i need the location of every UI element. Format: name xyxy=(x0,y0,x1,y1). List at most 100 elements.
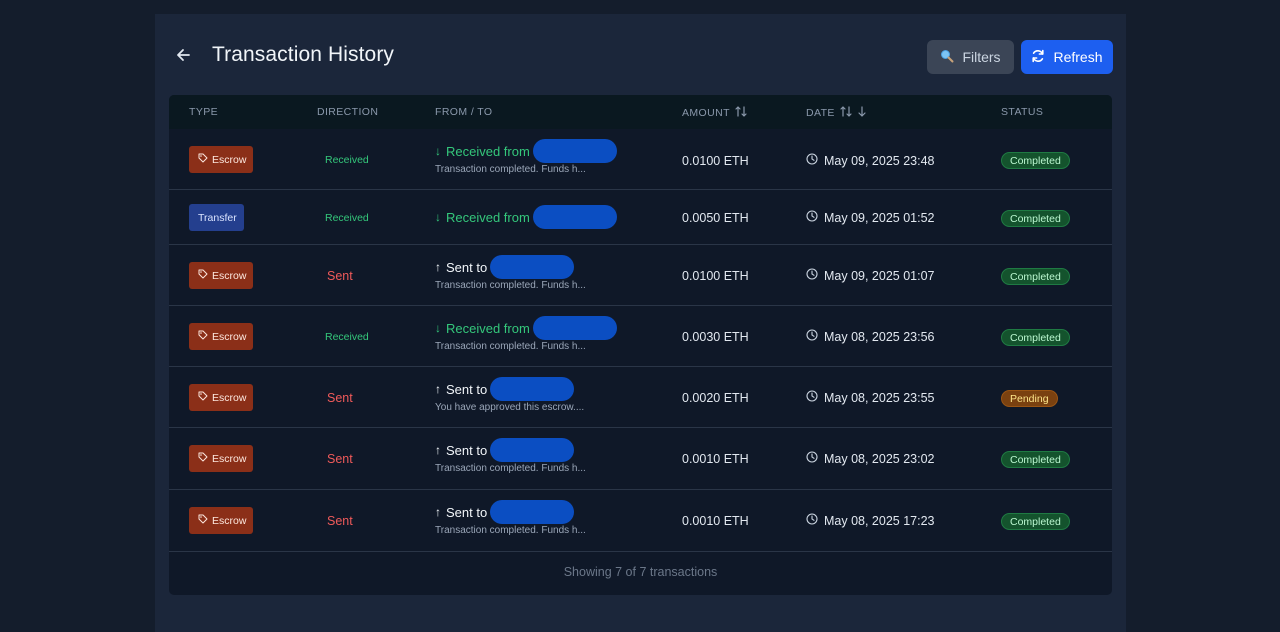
arrow-left-icon xyxy=(176,48,190,67)
type-badge: Escrow xyxy=(189,262,253,289)
table-row[interactable]: Transfer Received ↓ Received from 0.0050… xyxy=(169,190,1112,245)
table-row[interactable]: Escrow Received ↓ Received from Transact… xyxy=(169,306,1112,367)
table-footer-summary: Showing 7 of 7 transactions xyxy=(563,565,718,579)
column-amount[interactable]: AMOUNT xyxy=(682,106,747,120)
party-line: ↑ Sent to xyxy=(435,438,575,462)
type-label: Transfer xyxy=(198,211,237,224)
clock-icon xyxy=(806,153,818,168)
date-cell: May 08, 2025 23:02 xyxy=(806,451,935,466)
table-row[interactable]: Escrow Sent ↑ Sent to Transaction comple… xyxy=(169,428,1112,490)
date-value: May 08, 2025 17:23 xyxy=(824,513,935,528)
redacted-address xyxy=(490,500,575,524)
table-row[interactable]: Escrow Sent ↑ Sent to You have approved … xyxy=(169,367,1112,428)
type-badge: Escrow xyxy=(189,384,253,411)
type-label: Escrow xyxy=(212,269,247,282)
direction-label: Sent xyxy=(327,514,353,528)
date-cell: May 08, 2025 17:23 xyxy=(806,513,935,528)
party-prefix: Sent to xyxy=(446,504,488,520)
column-date-label: DATE xyxy=(806,107,835,119)
type-label: Escrow xyxy=(212,391,247,404)
date-value: May 09, 2025 01:07 xyxy=(824,268,935,283)
transaction-note: Transaction completed. Funds h... xyxy=(435,525,586,536)
column-date[interactable]: DATE xyxy=(806,106,867,120)
clock-icon xyxy=(806,513,818,528)
sort-icon xyxy=(735,106,747,120)
redacted-address xyxy=(532,205,617,229)
search-icon xyxy=(940,49,954,66)
status-badge: Pending xyxy=(1001,390,1058,407)
column-status: STATUS xyxy=(1001,106,1043,118)
direction-label: Received xyxy=(325,154,369,166)
transaction-history-panel: Transaction History Filters Refresh TYPE… xyxy=(155,14,1126,632)
direction-label: Received xyxy=(325,212,369,224)
amount-value: 0.0010 ETH xyxy=(682,452,749,466)
party-prefix: Sent to xyxy=(446,381,488,397)
amount-value: 0.0020 ETH xyxy=(682,391,749,405)
amount-value: 0.0100 ETH xyxy=(682,269,749,283)
arrow-down-icon xyxy=(857,106,867,120)
direction-label: Sent xyxy=(327,452,353,466)
arrow-down-icon: ↓ xyxy=(435,321,441,335)
column-status-label: STATUS xyxy=(1001,106,1044,118)
date-cell: May 09, 2025 01:07 xyxy=(806,268,935,283)
tag-icon xyxy=(198,269,208,282)
date-cell: May 08, 2025 23:55 xyxy=(806,390,935,405)
date-value: May 08, 2025 23:56 xyxy=(824,329,935,344)
clock-icon xyxy=(806,268,818,283)
filters-label: Filters xyxy=(962,49,1001,65)
date-value: May 08, 2025 23:55 xyxy=(824,390,935,405)
party-line: ↓ Received from xyxy=(435,316,617,340)
table-row[interactable]: Escrow Received ↓ Received from Transact… xyxy=(169,129,1112,190)
direction-label: Sent xyxy=(327,391,353,405)
arrow-up-icon: ↑ xyxy=(435,443,441,457)
redacted-address xyxy=(490,255,575,279)
refresh-button[interactable]: Refresh xyxy=(1021,40,1113,74)
arrow-up-icon: ↑ xyxy=(435,260,441,274)
direction-label: Received xyxy=(325,331,369,343)
arrow-up-icon: ↑ xyxy=(435,505,441,519)
redacted-address xyxy=(532,139,617,163)
status-badge: Completed xyxy=(1001,451,1070,468)
party-line: ↓ Received from xyxy=(435,139,617,163)
date-cell: May 08, 2025 23:56 xyxy=(806,329,935,344)
column-from-to-label: FROM / TO xyxy=(435,106,493,118)
clock-icon xyxy=(806,329,818,344)
direction-label: Sent xyxy=(327,269,353,283)
party-prefix: Sent to xyxy=(446,442,488,458)
tag-icon xyxy=(198,514,208,527)
type-label: Escrow xyxy=(212,452,247,465)
clock-icon xyxy=(806,210,818,225)
date-value: May 08, 2025 23:02 xyxy=(824,451,935,466)
type-badge: Transfer xyxy=(189,204,244,231)
tag-icon xyxy=(198,153,208,166)
type-label: Escrow xyxy=(212,153,247,166)
refresh-icon xyxy=(1031,49,1045,66)
type-label: Escrow xyxy=(212,330,247,343)
status-badge: Completed xyxy=(1001,329,1070,346)
back-button[interactable] xyxy=(173,47,193,67)
column-type: TYPE xyxy=(189,106,218,118)
date-cell: May 09, 2025 01:52 xyxy=(806,210,935,225)
column-type-label: TYPE xyxy=(189,106,219,118)
type-badge: Escrow xyxy=(189,445,253,472)
table-row[interactable]: Escrow Sent ↑ Sent to Transaction comple… xyxy=(169,490,1112,552)
column-from-to: FROM / TO xyxy=(435,106,492,118)
transaction-note: Transaction completed. Funds h... xyxy=(435,164,586,175)
arrow-up-icon: ↑ xyxy=(435,382,441,396)
arrow-down-icon: ↓ xyxy=(435,210,441,224)
status-badge: Completed xyxy=(1001,210,1070,227)
clock-icon xyxy=(806,451,818,466)
column-direction-label: DIRECTION xyxy=(317,106,379,118)
filters-button[interactable]: Filters xyxy=(927,40,1014,74)
type-badge: Escrow xyxy=(189,146,253,173)
sort-icon xyxy=(840,106,852,120)
transaction-note: Transaction completed. Funds h... xyxy=(435,341,586,352)
type-label: Escrow xyxy=(212,514,247,527)
redacted-address xyxy=(490,438,575,462)
table-row[interactable]: Escrow Sent ↑ Sent to Transaction comple… xyxy=(169,245,1112,306)
type-badge: Escrow xyxy=(189,323,253,350)
date-value: May 09, 2025 23:48 xyxy=(824,153,935,168)
status-badge: Completed xyxy=(1001,513,1070,530)
type-badge: Escrow xyxy=(189,507,253,534)
party-line: ↓ Received from xyxy=(435,205,617,229)
